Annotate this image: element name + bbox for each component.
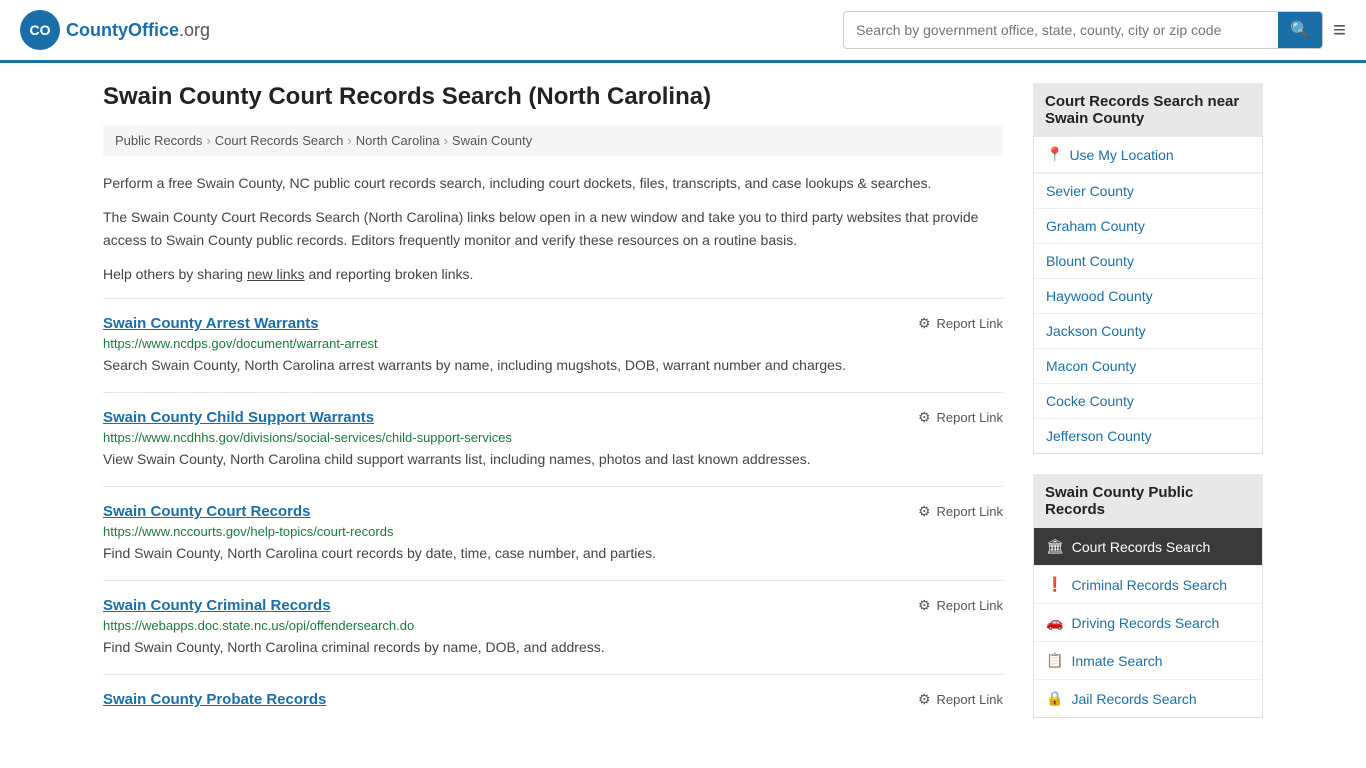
content-area: Swain County Court Records Search (North… (103, 83, 1003, 738)
header-right: 🔍 ≡ (843, 11, 1346, 49)
nav-item: 📋 Inmate Search (1034, 642, 1262, 680)
nav-item-label: Driving Records Search (1071, 615, 1219, 631)
nav-item-label: Inmate Search (1071, 653, 1162, 669)
public-records-nav-list: 🏛 Court Records Search ❗ Criminal Record… (1033, 528, 1263, 718)
nearby-county-item: Jefferson County (1034, 419, 1262, 453)
nav-item: 🔒 Jail Records Search (1034, 680, 1262, 717)
record-item: Swain County Criminal Records ⚙ Report L… (103, 580, 1003, 674)
report-icon: ⚙ (918, 315, 931, 332)
record-url[interactable]: https://www.nccourts.gov/help-topics/cou… (103, 524, 1003, 539)
description-para2: The Swain County Court Records Search (N… (103, 206, 1003, 251)
report-icon: ⚙ (918, 503, 931, 520)
record-item: Swain County Probate Records ⚙ Report Li… (103, 674, 1003, 728)
report-icon: ⚙ (918, 691, 931, 708)
nav-link[interactable]: 📋 Inmate Search (1034, 642, 1262, 680)
breadcrumb-north-carolina[interactable]: North Carolina (356, 133, 440, 148)
hamburger-menu-icon[interactable]: ≡ (1333, 17, 1346, 43)
nearby-county-item: Blount County (1034, 244, 1262, 279)
nav-link[interactable]: ❗ Criminal Records Search (1034, 566, 1262, 604)
record-title[interactable]: Swain County Court Records (103, 503, 311, 520)
description-para3: Help others by sharing new links and rep… (103, 263, 1003, 285)
nav-item: 🚗 Driving Records Search (1034, 604, 1262, 642)
search-input[interactable] (844, 14, 1278, 46)
nav-item-label: Court Records Search (1072, 539, 1211, 555)
public-records-section-title: Swain County Public Records (1033, 474, 1263, 528)
record-title[interactable]: Swain County Arrest Warrants (103, 315, 319, 332)
nav-link[interactable]: 🔒 Jail Records Search (1034, 680, 1262, 717)
record-description: Find Swain County, North Carolina court … (103, 543, 1003, 564)
nav-item-label: Criminal Records Search (1071, 577, 1227, 593)
record-description: Search Swain County, North Carolina arre… (103, 355, 1003, 376)
near-section-title: Court Records Search near Swain County (1033, 83, 1263, 137)
description-para1: Perform a free Swain County, NC public c… (103, 172, 1003, 194)
logo-area: CO CountyOffice.org (20, 10, 210, 50)
record-title[interactable]: Swain County Probate Records (103, 691, 326, 708)
new-links-link[interactable]: new links (247, 266, 305, 282)
nearby-county-item: Sevier County (1034, 174, 1262, 209)
record-description: View Swain County, North Carolina child … (103, 449, 1003, 470)
logo-icon: CO (20, 10, 60, 50)
sidebar: Court Records Search near Swain County 📍… (1033, 83, 1263, 738)
breadcrumb-court-records-search[interactable]: Court Records Search (215, 133, 344, 148)
nav-item-icon: ❗ (1046, 576, 1063, 593)
breadcrumb-swain-county[interactable]: Swain County (452, 133, 532, 148)
main-container: Swain County Court Records Search (North… (83, 63, 1283, 758)
use-location-item: 📍 Use My Location (1034, 137, 1262, 174)
nearby-county-item: Macon County (1034, 349, 1262, 384)
breadcrumb: Public Records › Court Records Search › … (103, 125, 1003, 156)
nearby-county-item: Haywood County (1034, 279, 1262, 314)
search-button[interactable]: 🔍 (1278, 12, 1322, 48)
nearby-county-link[interactable]: Macon County (1034, 349, 1262, 383)
records-container: Swain County Arrest Warrants ⚙ Report Li… (103, 298, 1003, 728)
record-description: Find Swain County, North Carolina crimin… (103, 637, 1003, 658)
report-link[interactable]: ⚙ Report Link (918, 597, 1003, 614)
header: CO CountyOffice.org 🔍 ≡ (0, 0, 1366, 63)
record-item: Swain County Arrest Warrants ⚙ Report Li… (103, 298, 1003, 392)
report-link[interactable]: ⚙ Report Link (918, 691, 1003, 708)
nearby-county-link[interactable]: Sevier County (1034, 174, 1262, 208)
nav-item-icon: 🚗 (1046, 614, 1063, 631)
near-counties-list: 📍 Use My Location Sevier CountyGraham Co… (1033, 137, 1263, 454)
nav-item: 🏛 Court Records Search (1034, 528, 1262, 566)
report-icon: ⚙ (918, 597, 931, 614)
nearby-county-link[interactable]: Haywood County (1034, 279, 1262, 313)
nearby-county-link[interactable]: Jefferson County (1034, 419, 1262, 453)
nearby-county-link[interactable]: Cocke County (1034, 384, 1262, 418)
nav-item-icon: 🔒 (1046, 690, 1063, 707)
nav-item-icon: 📋 (1046, 652, 1063, 669)
svg-text:CO: CO (30, 22, 51, 38)
page-title: Swain County Court Records Search (North… (103, 83, 1003, 111)
nearby-county-item: Jackson County (1034, 314, 1262, 349)
breadcrumb-public-records[interactable]: Public Records (115, 133, 202, 148)
nearby-county-link[interactable]: Blount County (1034, 244, 1262, 278)
report-icon: ⚙ (918, 409, 931, 426)
nav-item-label: Jail Records Search (1071, 691, 1196, 707)
record-item: Swain County Child Support Warrants ⚙ Re… (103, 392, 1003, 486)
use-location-link[interactable]: 📍 Use My Location (1034, 137, 1262, 173)
record-title[interactable]: Swain County Child Support Warrants (103, 409, 374, 426)
nearby-county-link[interactable]: Jackson County (1034, 314, 1262, 348)
report-link[interactable]: ⚙ Report Link (918, 409, 1003, 426)
report-link[interactable]: ⚙ Report Link (918, 315, 1003, 332)
nav-item: ❗ Criminal Records Search (1034, 566, 1262, 604)
nearby-county-item: Cocke County (1034, 384, 1262, 419)
logo-text: CountyOffice.org (66, 20, 210, 41)
record-title[interactable]: Swain County Criminal Records (103, 597, 331, 614)
nav-item-icon: 🏛 (1046, 538, 1064, 555)
nav-link[interactable]: 🚗 Driving Records Search (1034, 604, 1262, 642)
nav-link[interactable]: 🏛 Court Records Search (1034, 528, 1262, 566)
nearby-county-link[interactable]: Graham County (1034, 209, 1262, 243)
nearby-county-item: Graham County (1034, 209, 1262, 244)
record-url[interactable]: https://www.ncdhhs.gov/divisions/social-… (103, 430, 1003, 445)
report-link[interactable]: ⚙ Report Link (918, 503, 1003, 520)
record-url[interactable]: https://webapps.doc.state.nc.us/opi/offe… (103, 618, 1003, 633)
search-bar: 🔍 (843, 11, 1323, 49)
record-item: Swain County Court Records ⚙ Report Link… (103, 486, 1003, 580)
location-pin-icon: 📍 (1046, 146, 1063, 163)
record-url[interactable]: https://www.ncdps.gov/document/warrant-a… (103, 336, 1003, 351)
